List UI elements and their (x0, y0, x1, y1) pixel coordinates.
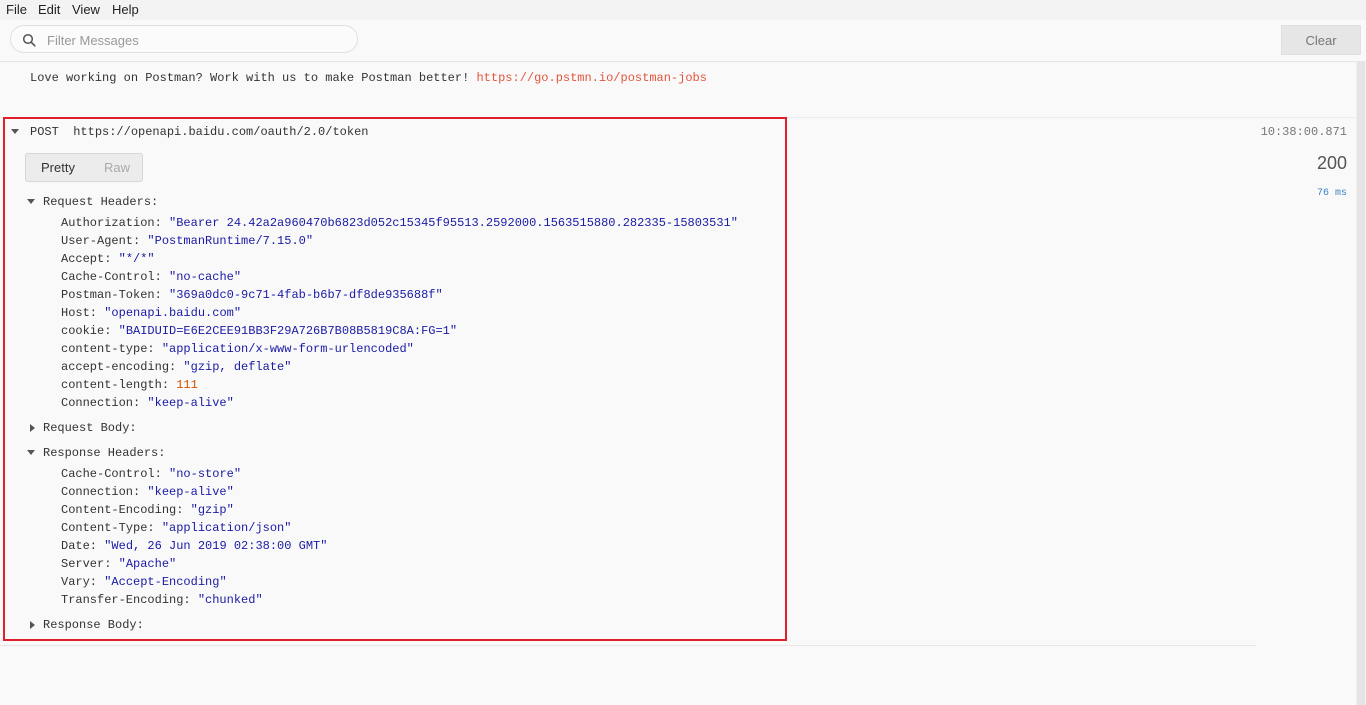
promo-message: Love working on Postman? Work with us to… (30, 71, 707, 85)
request-header-row: Postman-Token: "369a0dc0-9c71-4fab-b6b7-… (61, 288, 443, 302)
header-key: Cache-Control: (61, 270, 162, 284)
response-header-row: Date: "Wed, 26 Jun 2019 02:38:00 GMT" (61, 539, 327, 553)
collapse-entry-icon[interactable] (11, 129, 19, 134)
request-url: https://openapi.baidu.com/oauth/2.0/toke… (73, 125, 369, 139)
request-header-row: content-length: 111 (61, 378, 198, 392)
request-timestamp: 10:38:00.871 (1260, 125, 1347, 139)
header-key: Postman-Token: (61, 288, 162, 302)
header-key: Content-Encoding: (61, 503, 184, 517)
header-key: Accept: (61, 252, 112, 266)
header-key: cookie: (61, 324, 112, 338)
request-method: POST (30, 125, 59, 139)
request-header-row: content-type: "application/x-www-form-ur… (61, 342, 414, 356)
response-header-row: Vary: "Accept-Encoding" (61, 575, 227, 589)
response-header-row: Transfer-Encoding: "chunked" (61, 593, 263, 607)
header-key: content-type: (61, 342, 155, 356)
header-value: "gzip, deflate" (183, 360, 292, 374)
request-body-label[interactable]: Request Body: (43, 421, 137, 435)
header-key: Authorization: (61, 216, 162, 230)
response-time: 76 ms (1316, 188, 1347, 199)
header-key: Content-Type: (61, 521, 155, 535)
header-key: accept-encoding: (61, 360, 177, 374)
response-body-label[interactable]: Response Body: (43, 618, 144, 632)
header-key: Vary: (61, 575, 98, 589)
request-header-row: Host: "openapi.baidu.com" (61, 306, 241, 320)
menu-file[interactable]: File (6, 2, 27, 17)
header-value: "application/x-www-form-urlencoded" (161, 342, 414, 356)
response-headers-label[interactable]: Response Headers: (43, 446, 165, 460)
header-key: Server: (61, 557, 112, 571)
request-body-toggle-icon[interactable] (30, 424, 35, 432)
clear-button[interactable]: Clear (1281, 25, 1361, 55)
request-header-row: accept-encoding: "gzip, deflate" (61, 360, 291, 374)
header-value: "Accept-Encoding" (104, 575, 227, 589)
console-toolbar: Clear (0, 20, 1366, 62)
response-headers-toggle-icon[interactable] (27, 450, 35, 455)
header-value: "Wed, 26 Jun 2019 02:38:00 GMT" (104, 539, 328, 553)
request-header-row: Cache-Control: "no-cache" (61, 270, 241, 284)
tab-raw[interactable]: Raw (104, 154, 130, 181)
menu-edit[interactable]: Edit (38, 2, 60, 17)
menu-bar: File Edit View Help (0, 0, 1366, 20)
header-value: "Bearer 24.42a2a960470b6823d052c15345f95… (169, 216, 738, 230)
tab-pretty[interactable]: Pretty (41, 154, 75, 181)
header-value: "PostmanRuntime/7.15.0" (147, 234, 314, 248)
header-key: Cache-Control: (61, 467, 162, 481)
header-value: "369a0dc0-9c71-4fab-b6b7-df8de935688f" (169, 288, 443, 302)
header-key: Transfer-Encoding: (61, 593, 191, 607)
header-value: "openapi.baidu.com" (104, 306, 242, 320)
vertical-scrollbar[interactable] (1356, 61, 1366, 705)
request-header-row: Connection: "keep-alive" (61, 396, 234, 410)
promo-text: Love working on Postman? Work with us to… (30, 71, 477, 85)
menu-help[interactable]: Help (112, 2, 139, 17)
filter-box[interactable] (10, 25, 358, 53)
header-key: Connection: (61, 485, 141, 499)
request-headers-toggle-icon[interactable] (27, 199, 35, 204)
filter-messages-input[interactable] (47, 31, 347, 49)
header-value: "gzip" (190, 503, 234, 517)
header-key: User-Agent: (61, 234, 141, 248)
header-value: "keep-alive" (147, 485, 234, 499)
view-tabs: Pretty Raw (25, 153, 143, 182)
header-value: "Apache" (118, 557, 177, 571)
request-header-row: cookie: "BAIDUID=E6E2CEE91BB3F29A726B7B0… (61, 324, 457, 338)
request-header-row: User-Agent: "PostmanRuntime/7.15.0" (61, 234, 313, 248)
request-header-row: Accept: "*/*" (61, 252, 155, 266)
request-headers-label[interactable]: Request Headers: (43, 195, 158, 209)
response-body-toggle-icon[interactable] (30, 621, 35, 629)
response-header-row: Content-Type: "application/json" (61, 521, 291, 535)
header-key: Date: (61, 539, 98, 553)
header-value: "chunked" (197, 593, 263, 607)
search-icon (22, 33, 36, 47)
scrollbar-thumb[interactable] (1357, 61, 1365, 705)
header-key: content-length: (61, 378, 170, 392)
response-header-row: Connection: "keep-alive" (61, 485, 234, 499)
header-value: 111 (176, 378, 198, 392)
promo-link[interactable]: https://go.pstmn.io/postman-jobs (476, 71, 706, 85)
header-key: Host: (61, 306, 98, 320)
response-header-row: Content-Encoding: "gzip" (61, 503, 234, 517)
header-value: "no-store" (169, 467, 242, 481)
status-code: 200 (1316, 153, 1347, 173)
header-value: "application/json" (161, 521, 292, 535)
menu-view[interactable]: View (72, 2, 100, 17)
header-value: "no-cache" (169, 270, 242, 284)
response-header-row: Server: "Apache" (61, 557, 176, 571)
header-value: "keep-alive" (147, 396, 234, 410)
divider (0, 645, 1256, 646)
response-header-row: Cache-Control: "no-store" (61, 467, 241, 481)
request-header-row: Authorization: "Bearer 24.42a2a960470b68… (61, 216, 738, 230)
request-summary[interactable]: POST https://openapi.baidu.com/oauth/2.0… (30, 125, 368, 139)
header-value: "BAIDUID=E6E2CEE91BB3F29A726B7B08B5819C8… (118, 324, 458, 338)
header-value: "*/*" (118, 252, 155, 266)
header-key: Connection: (61, 396, 141, 410)
